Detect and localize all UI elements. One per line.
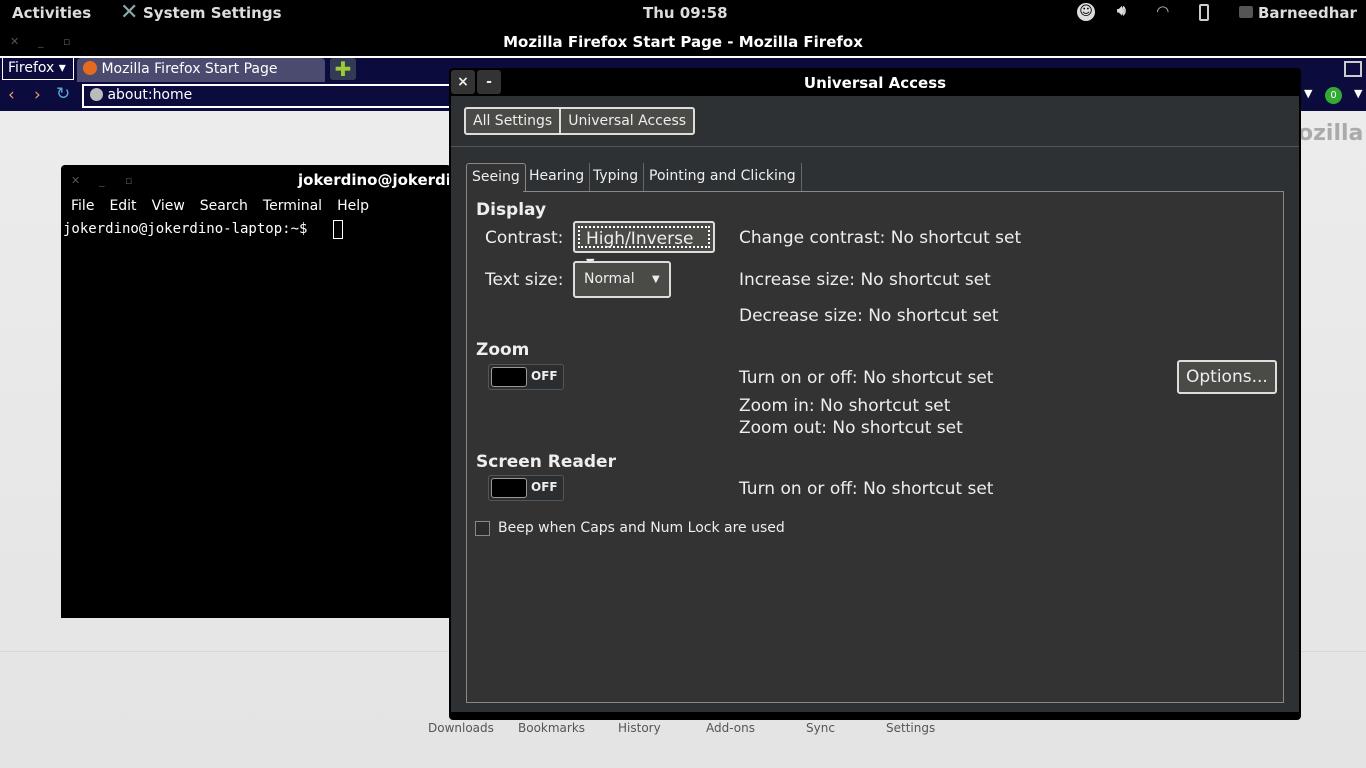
shortcut-decrease-size[interactable]: Decrease size: No shortcut set (739, 306, 999, 326)
zoom-header: Zoom (476, 340, 530, 360)
shortcut-zoom-out[interactable]: Zoom out: No shortcut set (739, 418, 963, 438)
firefox-logo-icon (83, 61, 97, 75)
clock[interactable]: Thu 09:58 (643, 4, 728, 22)
minimize-icon[interactable]: _ (99, 174, 105, 187)
menu-search[interactable]: Search (200, 198, 248, 214)
firefox-titlebar: ✕ _ ▫ Mozilla Firefox Start Page - Mozil… (0, 26, 1366, 56)
text-size-label: Text size: (485, 270, 564, 290)
bookmarks-link[interactable]: Bookmarks (518, 721, 585, 735)
globe-icon (90, 88, 103, 101)
menu-help[interactable]: Help (337, 198, 369, 214)
tab-groups-icon[interactable] (1344, 61, 1362, 77)
terminal-title: jokerdino@jokerdi (298, 171, 451, 189)
display-header: Display (476, 200, 547, 220)
terminal-prompt[interactable]: jokerdino@jokerdino-laptop:~$ (63, 221, 307, 237)
dialog-title: Universal Access (803, 74, 947, 92)
zoom-toggle[interactable]: OFF (488, 364, 564, 390)
divider (451, 146, 1299, 147)
menu-file[interactable]: File (71, 198, 94, 214)
toggle-knob (491, 367, 527, 387)
url-bar[interactable]: about:home (82, 84, 502, 108)
tab-title: Mozilla Firefox Start Page (101, 61, 278, 77)
history-link[interactable]: History (618, 721, 661, 735)
breadcrumb-universal-access[interactable]: Universal Access (561, 109, 693, 133)
app-menu[interactable]: System Settings (143, 4, 282, 22)
tab-hearing[interactable]: Hearing (524, 163, 591, 191)
firefox-menu-label: Firefox (8, 60, 55, 76)
volume-icon[interactable]: 🔊︎ (1117, 3, 1126, 19)
shortcut-change-contrast[interactable]: Change contrast: No shortcut set (739, 228, 1021, 248)
screen-reader-header: Screen Reader (476, 452, 616, 472)
contrast-value: High/Inverse (586, 229, 694, 249)
reload-icon[interactable]: ↻ (56, 84, 70, 104)
settings-link[interactable]: Settings (886, 721, 935, 735)
terminal-cursor (333, 220, 343, 239)
chat-icon[interactable] (1239, 6, 1253, 18)
contrast-label: Contrast: (485, 228, 564, 248)
maximize-icon[interactable]: ▫ (125, 174, 132, 187)
chevron-down-icon: ▼ (652, 274, 660, 285)
menu-terminal[interactable]: Terminal (263, 198, 322, 214)
terminal-window: ✕ _ ▫ jokerdino@jokerdi File Edit View S… (61, 165, 451, 618)
close-icon[interactable]: ✕ (71, 174, 80, 187)
battery-icon[interactable] (1199, 4, 1209, 21)
activities-button[interactable]: Activities (12, 4, 91, 22)
tab-pointing-and-clicking[interactable]: Pointing and Clicking (644, 163, 802, 191)
shortcut-screen-reader[interactable]: Turn on or off: No shortcut set (739, 479, 993, 499)
menu-view[interactable]: View (152, 198, 185, 214)
text-size-value: Normal (584, 271, 635, 287)
new-tab-icon[interactable]: ✚ (330, 58, 356, 80)
toggle-state: OFF (531, 480, 558, 494)
top-panel: Activities ✕ System Settings Thu 09:58 ☺… (0, 0, 1366, 26)
breadcrumb: All Settings Universal Access (464, 107, 696, 135)
window-title: Mozilla Firefox Start Page - Mozilla Fir… (503, 33, 863, 51)
screen-reader-toggle[interactable]: OFF (488, 475, 564, 501)
menu-dropdown-icon[interactable]: ▼ (1354, 87, 1362, 100)
shortcut-increase-size[interactable]: Increase size: No shortcut set (739, 270, 991, 290)
tab-typing[interactable]: Typing (588, 163, 645, 191)
dropdown-icon[interactable]: ▼ (1304, 87, 1312, 100)
wifi-icon[interactable]: ◠ (1157, 2, 1169, 20)
browser-tab[interactable]: Mozilla Firefox Start Page (77, 58, 325, 82)
toggle-knob (491, 478, 527, 498)
back-icon[interactable]: ‹ (8, 85, 15, 105)
terminal-menubar: File Edit View Search Terminal Help (71, 198, 369, 214)
settings-wrench-icon: ✕ (120, 0, 139, 25)
user-menu[interactable]: Barneedhar (1258, 4, 1357, 22)
text-size-dropdown[interactable]: Normal ▼ (573, 261, 671, 298)
downloads-link[interactable]: Downloads (428, 721, 494, 735)
firefox-menu-button[interactable]: Firefox ▾ (2, 58, 74, 80)
beep-checkbox[interactable] (475, 521, 490, 536)
zoom-options-button[interactable]: Options... (1177, 360, 1277, 394)
contrast-dropdown[interactable]: High/Inverse ▼ (573, 221, 715, 269)
sync-link[interactable]: Sync (806, 721, 835, 735)
breadcrumb-all-settings[interactable]: All Settings (466, 109, 562, 133)
toggle-state: OFF (531, 369, 558, 383)
active-tab-joint (467, 190, 523, 192)
forward-icon[interactable]: › (34, 85, 41, 105)
addon-badge[interactable]: 0 (1325, 87, 1342, 104)
accessibility-icon[interactable]: ☺ (1077, 3, 1095, 21)
mozilla-logo: ozilla (1298, 121, 1364, 146)
addons-link[interactable]: Add-ons (706, 721, 755, 735)
shortcut-zoom-toggle[interactable]: Turn on or off: No shortcut set (739, 368, 993, 388)
shortcut-zoom-in[interactable]: Zoom in: No shortcut set (739, 396, 950, 416)
beep-checkbox-label[interactable]: Beep when Caps and Num Lock are used (498, 520, 785, 536)
tab-seeing[interactable]: Seeing (466, 163, 526, 192)
url-text: about:home (107, 87, 193, 103)
menu-edit[interactable]: Edit (109, 198, 136, 214)
